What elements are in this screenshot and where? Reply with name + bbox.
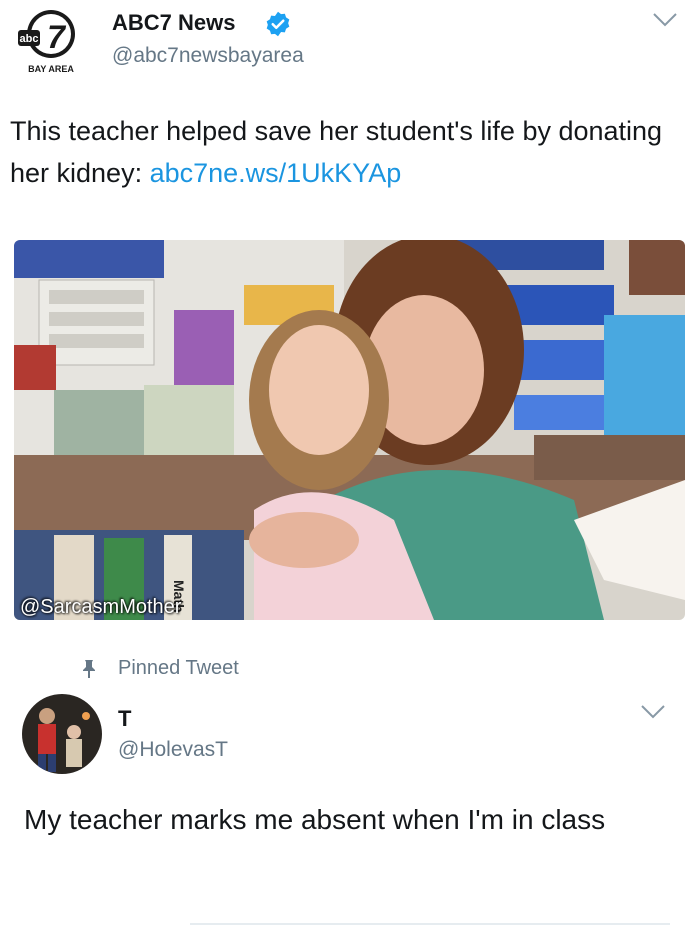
avatar[interactable] (22, 694, 102, 774)
handle-2[interactable]: @HolevasT (118, 738, 228, 762)
pinned-label: Pinned Tweet (118, 657, 239, 679)
chevron-down-icon[interactable] (652, 12, 678, 28)
tweet-media-image[interactable]: Math (14, 240, 685, 620)
divider (190, 923, 670, 925)
tweet-text: This teacher helped save her student's l… (10, 110, 690, 194)
tweet-text-2: My teacher marks me absent when I'm in c… (24, 804, 606, 835)
tweet-link[interactable]: abc7ne.ws/1UkKYAp (150, 158, 402, 188)
abc7-logo[interactable]: abc 7 BAY AREA (10, 6, 92, 76)
chevron-down-icon[interactable] (640, 704, 666, 720)
handle[interactable]: @abc7newsbayarea (112, 44, 304, 68)
media-watermark: @SarcasmMother (20, 596, 182, 618)
display-name-2[interactable]: T (118, 706, 131, 732)
svg-text:BAY AREA: BAY AREA (28, 64, 74, 74)
svg-text:abc: abc (20, 33, 39, 45)
display-name[interactable]: ABC7 News (112, 10, 235, 36)
verified-badge-icon (264, 10, 292, 38)
svg-text:7: 7 (47, 19, 67, 55)
pin-icon (80, 659, 98, 679)
